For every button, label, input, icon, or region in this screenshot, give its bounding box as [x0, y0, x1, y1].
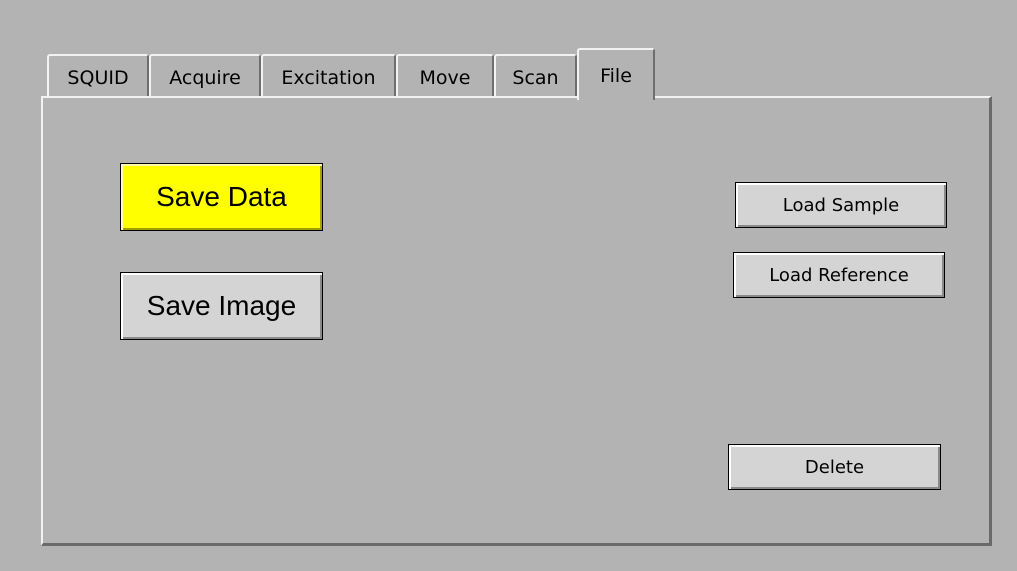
- tab-label: Excitation: [281, 67, 376, 89]
- tab-label: Acquire: [169, 67, 241, 89]
- tab-squid[interactable]: SQUID: [47, 54, 149, 98]
- tab-label: Scan: [512, 67, 559, 89]
- load-reference-button[interactable]: Load Reference: [733, 252, 945, 298]
- delete-button[interactable]: Delete: [728, 444, 941, 490]
- tab-label: File: [600, 65, 632, 87]
- tab-scan[interactable]: Scan: [494, 54, 577, 98]
- save-data-button[interactable]: Save Data: [120, 163, 323, 231]
- tab-file[interactable]: File: [577, 48, 655, 100]
- tab-move[interactable]: Move: [396, 54, 494, 98]
- tab-acquire[interactable]: Acquire: [149, 54, 261, 98]
- tab-label: Move: [419, 67, 471, 89]
- tab-label: SQUID: [67, 67, 129, 89]
- save-image-button[interactable]: Save Image: [120, 272, 323, 340]
- tab-excitation[interactable]: Excitation: [261, 54, 396, 98]
- file-tab-panel: Save Data Save Image Load Sample Load Re…: [41, 96, 992, 546]
- load-sample-button[interactable]: Load Sample: [735, 182, 947, 228]
